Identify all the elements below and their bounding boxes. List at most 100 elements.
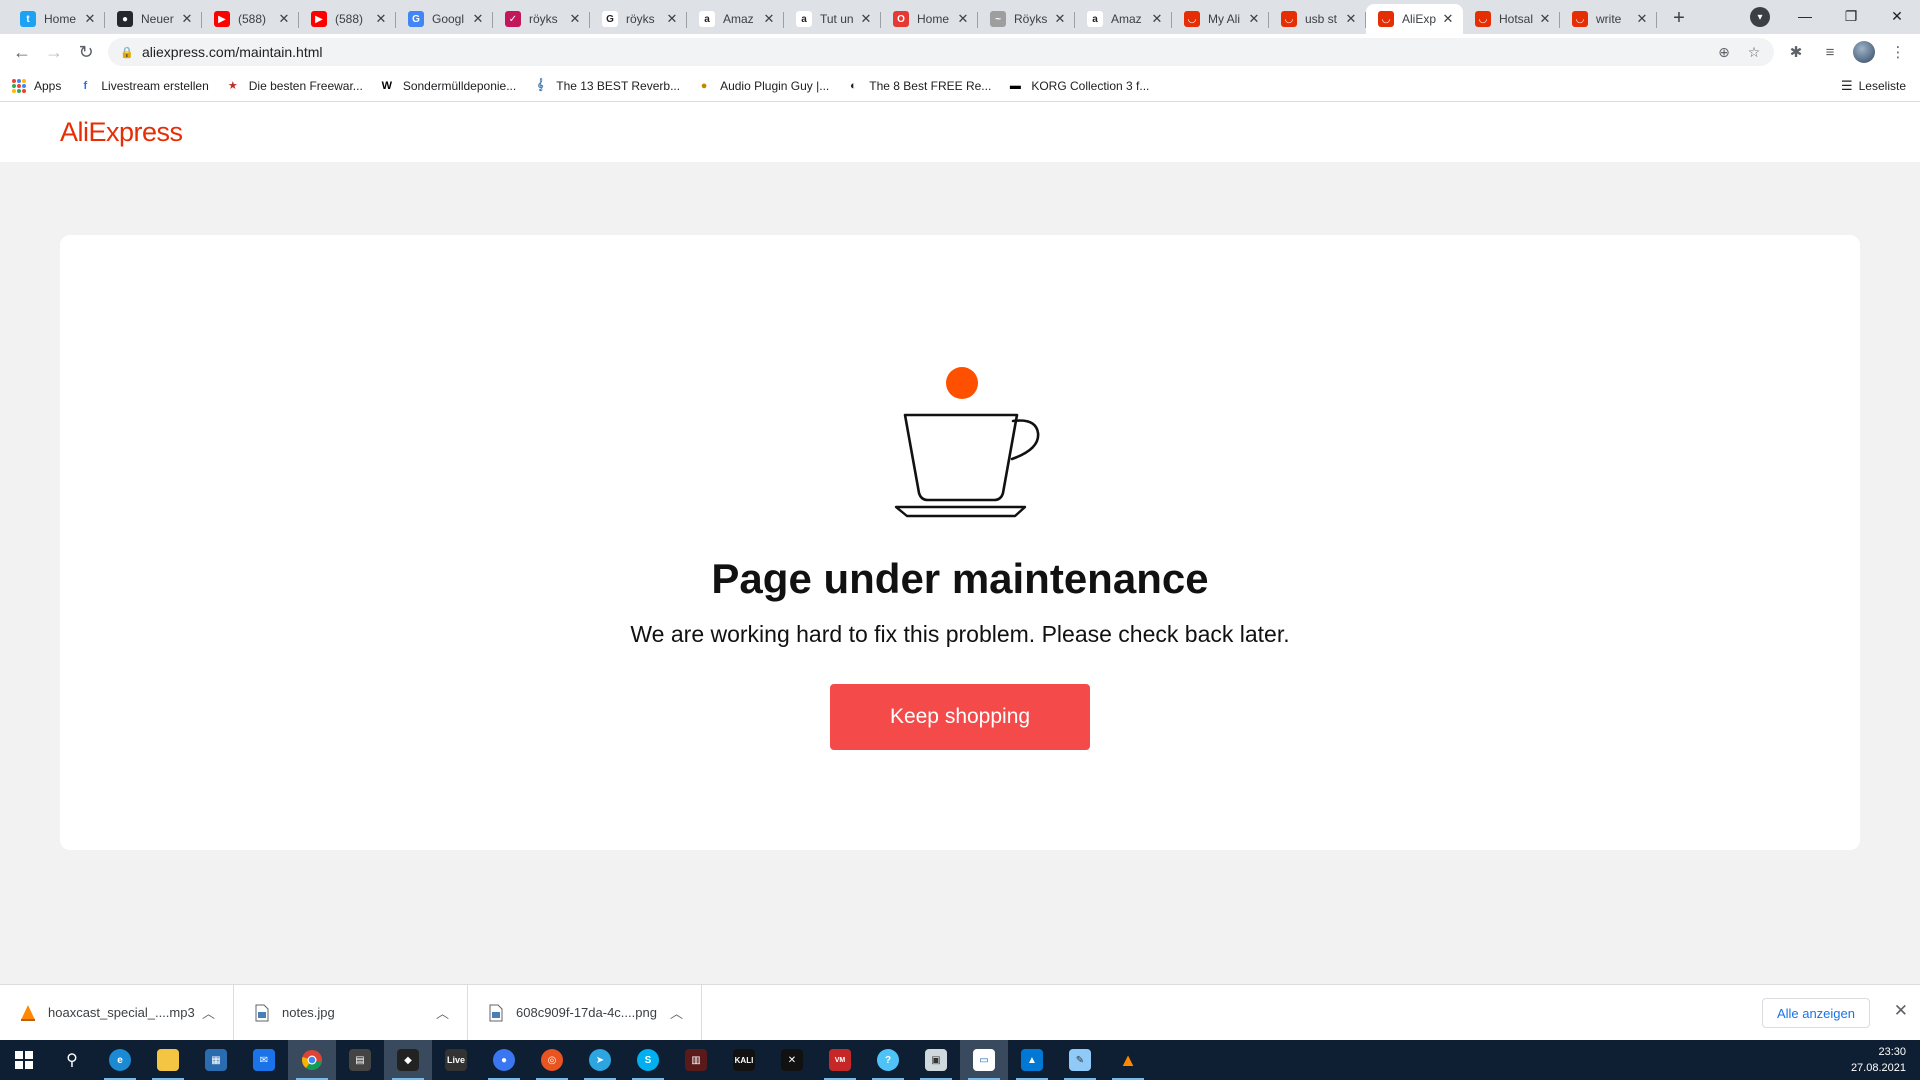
- address-bar[interactable]: 🔒 aliexpress.com/maintain.html ⊕ ☆: [108, 38, 1774, 66]
- start-icon[interactable]: [0, 1040, 48, 1080]
- window-icon[interactable]: ▭: [960, 1040, 1008, 1080]
- bookmark-item[interactable]: ▬ KORG Collection 3 f...: [1007, 78, 1150, 94]
- chrome-icon[interactable]: [288, 1040, 336, 1080]
- tab-close-icon[interactable]: ✕: [180, 11, 194, 27]
- bookmark-item[interactable]: 𝄞 The 13 BEST Reverb...: [532, 78, 680, 94]
- tab-close-icon[interactable]: ✕: [83, 11, 97, 27]
- x-app-icon[interactable]: ✕: [768, 1040, 816, 1080]
- media-control-icon[interactable]: ≡: [1816, 38, 1844, 66]
- bookmark-star-icon[interactable]: ☆: [1744, 42, 1764, 62]
- chat-icon[interactable]: ?: [864, 1040, 912, 1080]
- tab-close-icon[interactable]: ✕: [374, 11, 388, 27]
- aliexpress-logo[interactable]: AliExpress: [60, 117, 183, 148]
- show-all-downloads-button[interactable]: Alle anzeigen: [1761, 998, 1870, 1028]
- telegram-icon[interactable]: ➤: [576, 1040, 624, 1080]
- tab-1[interactable]: ● Neuer ✕: [105, 4, 202, 34]
- tab-close-icon[interactable]: ✕: [956, 11, 970, 27]
- tab-close-icon[interactable]: ✕: [1538, 11, 1552, 27]
- forward-icon[interactable]: →: [38, 36, 70, 68]
- lock-icon[interactable]: 🔒: [120, 46, 136, 59]
- back-icon[interactable]: ←: [6, 36, 38, 68]
- tab-close-icon[interactable]: ✕: [568, 11, 582, 27]
- url-text[interactable]: aliexpress.com/maintain.html: [142, 44, 323, 60]
- tab-close-icon[interactable]: ✕: [471, 11, 485, 27]
- tab-close-icon[interactable]: ✕: [1344, 11, 1358, 27]
- minimize-icon[interactable]: —: [1782, 0, 1828, 32]
- restore-icon[interactable]: ❐: [1828, 0, 1874, 32]
- vlc-icon[interactable]: ▲: [1104, 1040, 1152, 1080]
- tab-search-icon[interactable]: ▾: [1750, 7, 1770, 27]
- bookmark-item[interactable]: f Livestream erstellen: [77, 78, 209, 94]
- tab-close-icon[interactable]: ✕: [1053, 11, 1067, 27]
- tab-title: My Ali: [1208, 12, 1241, 26]
- extensions-icon[interactable]: ✱: [1782, 38, 1810, 66]
- chevron-up-icon[interactable]: ︿: [436, 1003, 449, 1022]
- profile-avatar[interactable]: [1850, 38, 1878, 66]
- reading-list-button[interactable]: ☰ Leseliste: [1841, 78, 1906, 94]
- tab-9[interactable]: O Home ✕: [881, 4, 978, 34]
- tab-close-icon[interactable]: ✕: [1635, 11, 1649, 27]
- close-window-icon[interactable]: ✕: [1874, 0, 1920, 32]
- tab-12[interactable]: ◡ My Ali ✕: [1172, 4, 1269, 34]
- terminal-icon[interactable]: ▥: [672, 1040, 720, 1080]
- tab-13[interactable]: ◡ usb st ✕: [1269, 4, 1366, 34]
- download-item[interactable]: hoaxcast_special_....mp3 ︿: [0, 984, 234, 1041]
- chevron-up-icon[interactable]: ︿: [670, 1003, 683, 1022]
- menu-icon[interactable]: ⋮: [1884, 38, 1912, 66]
- mail-icon[interactable]: ✉: [240, 1040, 288, 1080]
- search-icon[interactable]: ⚲: [48, 1040, 96, 1080]
- file-explorer-icon[interactable]: [144, 1040, 192, 1080]
- tab-7[interactable]: a Amaz ✕: [687, 4, 784, 34]
- bookmark-item[interactable]: ◐ The 8 Best FREE Re...: [845, 78, 991, 94]
- new-tab-icon[interactable]: +: [1665, 4, 1693, 32]
- maintenance-card: Page under maintenance We are working ha…: [60, 235, 1860, 850]
- keep-shopping-button[interactable]: Keep shopping: [830, 684, 1090, 750]
- app-window-icon[interactable]: ▣: [912, 1040, 960, 1080]
- tab-11[interactable]: a Amaz ✕: [1075, 4, 1172, 34]
- system-clock[interactable]: 23:30 27.08.2021: [1851, 1044, 1906, 1076]
- tab-close-icon[interactable]: ✕: [277, 11, 291, 27]
- bookmark-apps[interactable]: Apps: [12, 78, 61, 93]
- tab-close-icon[interactable]: ✕: [1247, 11, 1261, 27]
- tab-title: röyks: [626, 12, 655, 26]
- tab-0[interactable]: t Home ✕: [8, 4, 105, 34]
- photos-icon[interactable]: ▲: [1008, 1040, 1056, 1080]
- store-icon[interactable]: ▦: [192, 1040, 240, 1080]
- skype-icon[interactable]: S: [624, 1040, 672, 1080]
- inkscape-icon[interactable]: ◆: [384, 1040, 432, 1080]
- tab-5[interactable]: ✓ röyks ✕: [493, 4, 590, 34]
- tab-15[interactable]: ◡ Hotsal ✕: [1463, 4, 1560, 34]
- tab-14[interactable]: ◡ AliExp ✕: [1366, 4, 1463, 34]
- notepad-icon[interactable]: ✎: [1056, 1040, 1104, 1080]
- bookmark-item[interactable]: ● Audio Plugin Guy |...: [696, 78, 830, 94]
- download-item[interactable]: notes.jpg ︿: [234, 984, 468, 1041]
- chevron-up-icon[interactable]: ︿: [202, 1003, 215, 1022]
- tab-4[interactable]: G Googl ✕: [396, 4, 493, 34]
- voicemeeter-icon[interactable]: VM: [816, 1040, 864, 1080]
- edge-icon[interactable]: e: [96, 1040, 144, 1080]
- youtube-icon: ▶: [214, 11, 230, 27]
- zoom-icon[interactable]: ⊕: [1714, 42, 1734, 62]
- kali-icon[interactable]: KALI: [720, 1040, 768, 1080]
- tab-6[interactable]: Gröyks ✕: [590, 4, 687, 34]
- tab-close-icon[interactable]: ✕: [1150, 11, 1164, 27]
- tab-8[interactable]: a Tut un ✕: [784, 4, 881, 34]
- tab-close-icon[interactable]: ✕: [859, 11, 873, 27]
- tab-close-icon[interactable]: ✕: [1441, 11, 1455, 27]
- download-filename: notes.jpg: [282, 1005, 335, 1020]
- app-icon[interactable]: ▤: [336, 1040, 384, 1080]
- close-downloads-icon[interactable]: ✕: [1894, 1001, 1908, 1021]
- tab-close-icon[interactable]: ✕: [762, 11, 776, 27]
- tab-close-icon[interactable]: ✕: [665, 11, 679, 27]
- bookmark-item[interactable]: ★ Die besten Freewar...: [225, 78, 363, 94]
- tab-10[interactable]: ~ Röyks ✕: [978, 4, 1075, 34]
- live-icon[interactable]: Live: [432, 1040, 480, 1080]
- tab-3[interactable]: ▶ (588) ✕: [299, 4, 396, 34]
- reload-icon[interactable]: ↻: [70, 36, 102, 68]
- bookmark-item[interactable]: W Sondermülldeponie...: [379, 78, 517, 94]
- signal-icon[interactable]: ●: [480, 1040, 528, 1080]
- download-item[interactable]: 608c909f-17da-4c....png ︿: [468, 984, 702, 1041]
- tab-16[interactable]: ◡ write ✕: [1560, 4, 1657, 34]
- ubuntu-icon[interactable]: ◎: [528, 1040, 576, 1080]
- tab-2[interactable]: ▶ (588) ✕: [202, 4, 299, 34]
